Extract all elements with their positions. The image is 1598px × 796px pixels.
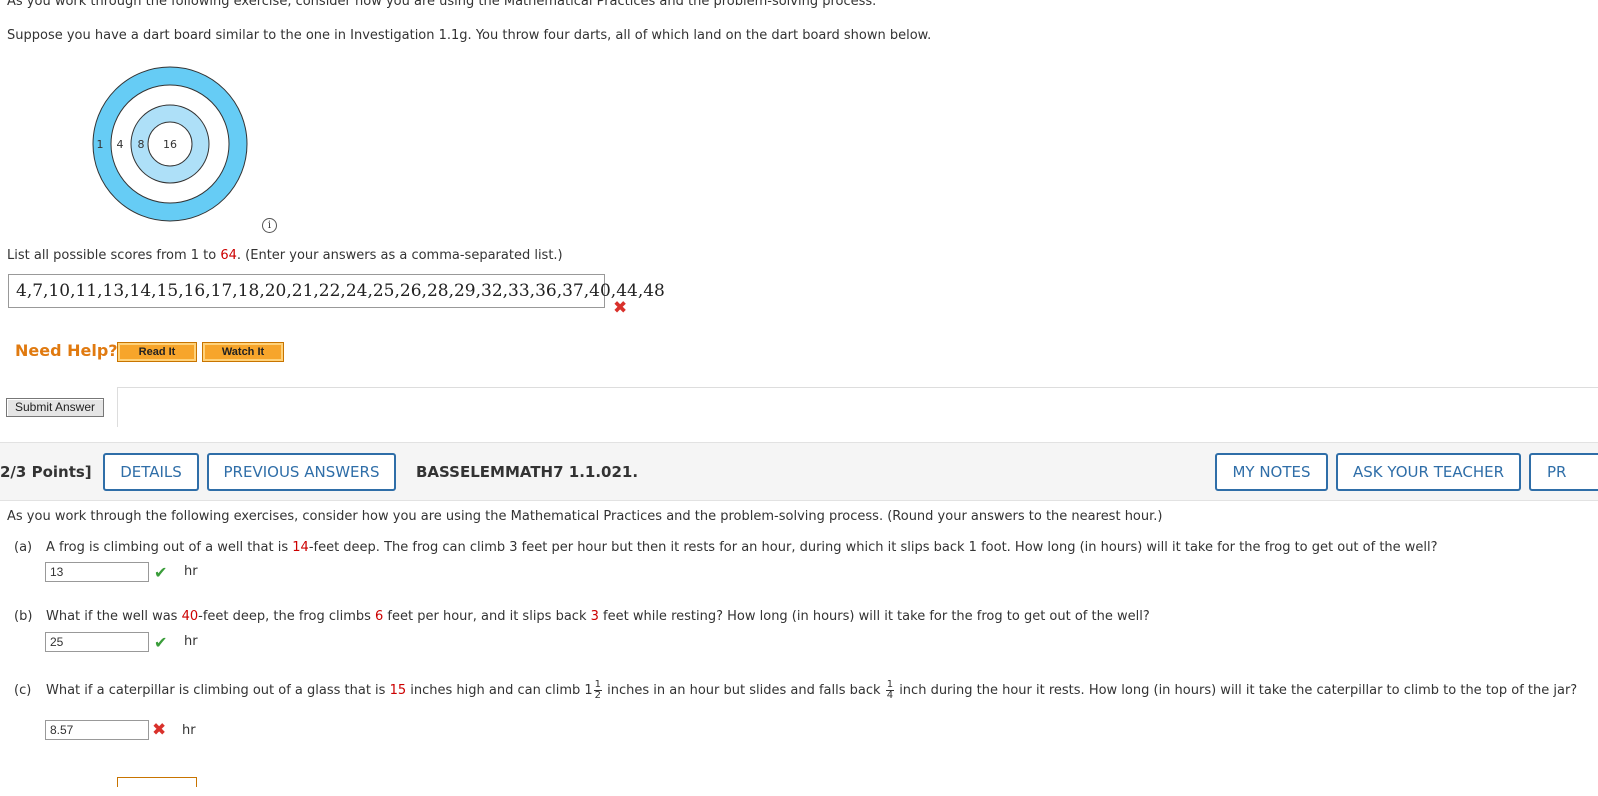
problem-intro: Suppose you have a dart board similar to… <box>7 28 932 43</box>
correct-icon: ✔ <box>154 563 168 582</box>
read-it-button[interactable]: Read It <box>117 342 197 362</box>
points-label: 2/3 Points] <box>0 463 92 481</box>
incorrect-icon: ✖ <box>613 298 628 318</box>
dartboard-label-1: 1 <box>97 138 104 151</box>
exercise-intro: As you work through the following exerci… <box>7 509 1163 524</box>
ask-your-teacher-button[interactable]: ASK YOUR TEACHER <box>1336 453 1521 491</box>
question-list-prompt: List all possible scores from 1 to 64. (… <box>7 248 563 263</box>
intro-top-text: As you work through the following exerci… <box>7 0 877 9</box>
watch-it-button[interactable]: Watch It <box>202 342 284 362</box>
part-b-answer-input[interactable]: 25 <box>45 632 149 652</box>
part-a-unit: hr <box>184 564 198 579</box>
previous-answers-button[interactable]: PREVIOUS ANSWERS <box>207 453 396 491</box>
correct-icon: ✔ <box>154 633 168 652</box>
help-button-partial[interactable] <box>117 777 197 787</box>
submit-panel <box>117 387 1598 427</box>
practice-button[interactable]: PR <box>1529 453 1598 491</box>
part-b-question: (b) What if the well was 40-feet deep, th… <box>14 609 1150 624</box>
dartboard-label-16: 16 <box>163 138 177 151</box>
incorrect-icon: ✖ <box>152 720 167 740</box>
part-b-unit: hr <box>184 634 198 649</box>
fraction-one-half: 12 <box>593 679 603 701</box>
dartboard-label-4: 4 <box>117 138 124 151</box>
fraction-one-quarter: 14 <box>885 679 895 701</box>
question-code: BASSELEMMATH7 1.1.021. <box>416 463 639 481</box>
need-help-label: Need Help? <box>15 341 118 360</box>
my-notes-button[interactable]: MY NOTES <box>1215 453 1328 491</box>
info-icon[interactable]: i <box>262 218 277 233</box>
dartboard-image: 1 4 8 16 <box>92 66 248 222</box>
part-c-unit: hr <box>182 723 196 738</box>
details-button[interactable]: DETAILS <box>103 453 199 491</box>
part-c-question: (c) What if a caterpillar is climbing out… <box>14 679 1578 701</box>
scores-answer-input[interactable]: 4,7,10,11,13,14,15,16,17,18,20,21,22,24,… <box>8 274 665 308</box>
dartboard-label-8: 8 <box>138 138 145 151</box>
part-a-answer-input[interactable]: 13 <box>45 562 149 582</box>
submit-answer-button[interactable]: Submit Answer <box>6 398 104 417</box>
part-c-answer-input[interactable]: 8.57 <box>45 720 149 740</box>
part-a-question: (a) A frog is climbing out of a well that… <box>14 540 1438 555</box>
